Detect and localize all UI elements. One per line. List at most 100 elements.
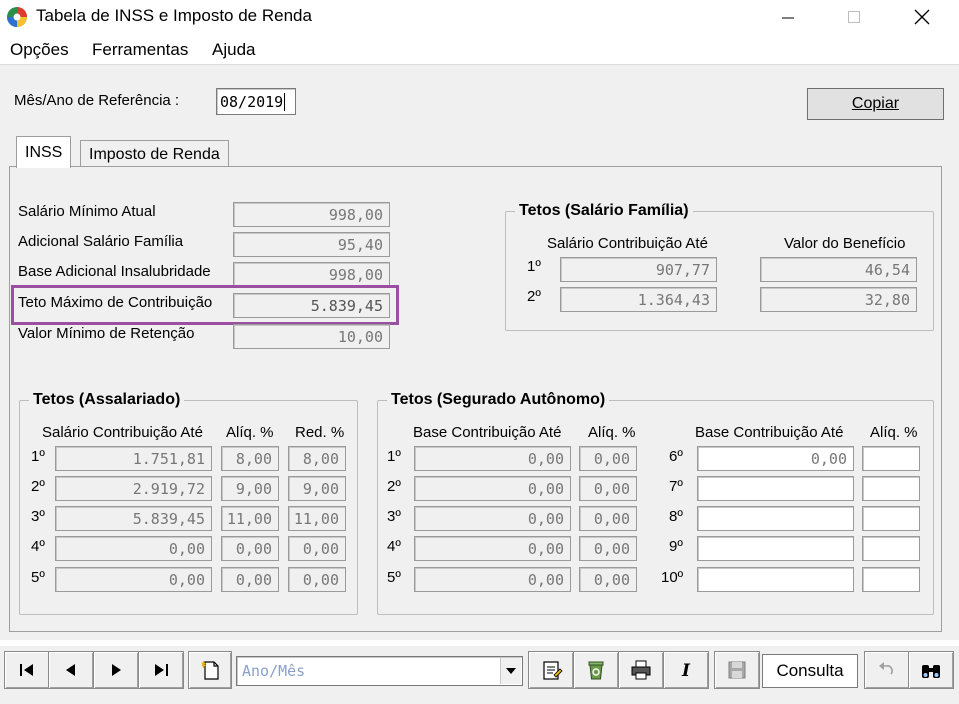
edit-button[interactable] [528,651,574,689]
binoculars-icon [922,665,940,678]
row-number: 8º [669,508,683,525]
maximize-icon [848,11,860,23]
assalariado-aliquota-field[interactable]: 0,00 [221,536,279,561]
assalariado-aliquota-field[interactable]: 11,00 [221,506,279,531]
autonomo-base-field[interactable]: 0,00 [414,567,571,592]
assalariado-reducao-field[interactable]: 8,00 [288,446,346,471]
new-record-button[interactable] [188,651,232,689]
autonomo-base-field[interactable] [697,567,854,592]
assalariado-salario-field[interactable]: 0,00 [55,536,212,561]
row-number: 4º [387,538,401,555]
menu-ajuda[interactable]: Ajuda [212,40,255,60]
first-record-button[interactable] [4,651,50,689]
field-label-base-insalubridade: Base Adicional Insalubridade [18,263,211,280]
assalariado-aliquota-field[interactable]: 8,00 [221,446,279,471]
prev-record-button[interactable] [48,651,94,689]
combo-dropdown-button[interactable] [500,658,521,684]
assalariado-salario-field[interactable]: 2.919,72 [55,476,212,501]
undo-button[interactable] [864,651,910,689]
autonomo-base-field[interactable] [697,506,854,531]
autonomo-base-field[interactable]: 0,00 [414,536,571,561]
last-record-button[interactable] [138,651,184,689]
salario-minimo-field[interactable]: 998,00 [233,202,390,227]
row-number: 2º [387,478,401,495]
col-header-base-contribuicao: Base Contribuição Até [695,424,844,441]
edit-icon [543,661,563,680]
col-header-salario-contribuicao: Salário Contribuição Até [42,424,203,441]
col-header-base-contribuicao: Base Contribuição Até [413,424,562,441]
print-button[interactable] [618,651,664,689]
minimize-icon [782,17,794,19]
new-record-icon [201,661,219,680]
assalariado-salario-field[interactable]: 1.751,81 [55,446,212,471]
copy-button[interactable]: Copiar [807,88,944,120]
row-number: 10º [661,569,684,586]
autonomo-aliquota-field[interactable] [862,536,920,561]
minimize-button[interactable] [766,4,810,30]
reference-input[interactable]: 08/2019 [216,88,296,115]
familia-salario-field[interactable]: 907,77 [560,257,717,282]
close-button[interactable] [900,4,944,30]
autonomo-aliquota-field[interactable]: 0,00 [579,506,637,531]
autonomo-base-field[interactable] [697,476,854,501]
assalariado-salario-field[interactable]: 0,00 [55,567,212,592]
autonomo-aliquota-field[interactable]: 0,00 [579,536,637,561]
group-title-salario-familia: Tetos (Salário Família) [515,202,693,220]
assalariado-reducao-field[interactable]: 0,00 [288,536,346,561]
menu-ferramentas[interactable]: Ferramentas [92,40,188,60]
chevron-down-icon [506,668,516,674]
italic-button[interactable]: I [663,651,709,689]
col-header-aliquota: Alíq. % [226,424,274,441]
menu-opcoes[interactable]: Opções [10,40,69,60]
row-number: 6º [669,448,683,465]
year-month-combo[interactable]: Ano/Mês [236,656,523,686]
autonomo-aliquota-field[interactable] [862,476,920,501]
maximize-button[interactable] [832,4,876,30]
row-number: 9º [669,538,683,555]
recycle-button[interactable] [573,651,619,689]
row-number: 4º [31,538,45,555]
autonomo-aliquota-field[interactable]: 0,00 [579,476,637,501]
app-logo-icon [7,7,27,27]
col-header-reducao: Red. % [295,424,345,441]
close-icon [914,9,930,25]
print-icon [631,660,651,680]
save-button[interactable] [714,651,760,689]
assalariado-reducao-field[interactable]: 9,00 [288,476,346,501]
autonomo-aliquota-field[interactable] [862,506,920,531]
autonomo-aliquota-field[interactable]: 0,00 [579,446,637,471]
autonomo-base-field[interactable]: 0,00 [414,506,571,531]
autonomo-aliquota-field[interactable]: 0,00 [579,567,637,592]
assalariado-aliquota-field[interactable]: 0,00 [221,567,279,592]
tab-imposto-de-renda[interactable]: Imposto de Renda [80,140,229,168]
row-number: 5º [31,569,45,586]
autonomo-base-field[interactable]: 0,00 [697,446,854,471]
autonomo-aliquota-field[interactable] [862,567,920,592]
assalariado-reducao-field[interactable]: 0,00 [288,567,346,592]
row-number: 1º [527,258,541,275]
search-button[interactable] [908,651,954,689]
assalariado-reducao-field[interactable]: 11,00 [288,506,346,531]
base-insalubridade-field[interactable]: 998,00 [233,262,390,287]
next-record-button[interactable] [93,651,139,689]
assalariado-salario-field[interactable]: 5.839,45 [55,506,212,531]
autonomo-base-field[interactable]: 0,00 [414,476,571,501]
field-label-teto-maximo: Teto Máximo de Contribuição [18,294,213,311]
valor-minimo-field[interactable]: 10,00 [233,324,390,349]
autonomo-base-field[interactable] [697,536,854,561]
assalariado-aliquota-field[interactable]: 9,00 [221,476,279,501]
tab-inss[interactable]: INSS [16,136,72,168]
familia-beneficio-field[interactable]: 46,54 [760,257,917,282]
autonomo-aliquota-field[interactable] [862,446,920,471]
familia-salario-field[interactable]: 1.364,43 [560,287,717,312]
col-header-aliquota: Alíq. % [870,424,918,441]
autonomo-base-field[interactable]: 0,00 [414,446,571,471]
first-record-icon [20,664,33,676]
row-number: 3º [31,508,45,525]
adicional-familia-field[interactable]: 95,40 [233,232,390,257]
teto-maximo-field[interactable]: 5.839,45 [233,293,390,318]
familia-beneficio-field[interactable]: 32,80 [760,287,917,312]
window-title: Tabela de INSS e Imposto de Renda [36,6,312,25]
group-title-autonomo: Tetos (Segurado Autônomo) [387,391,610,409]
next-record-icon [112,664,121,676]
